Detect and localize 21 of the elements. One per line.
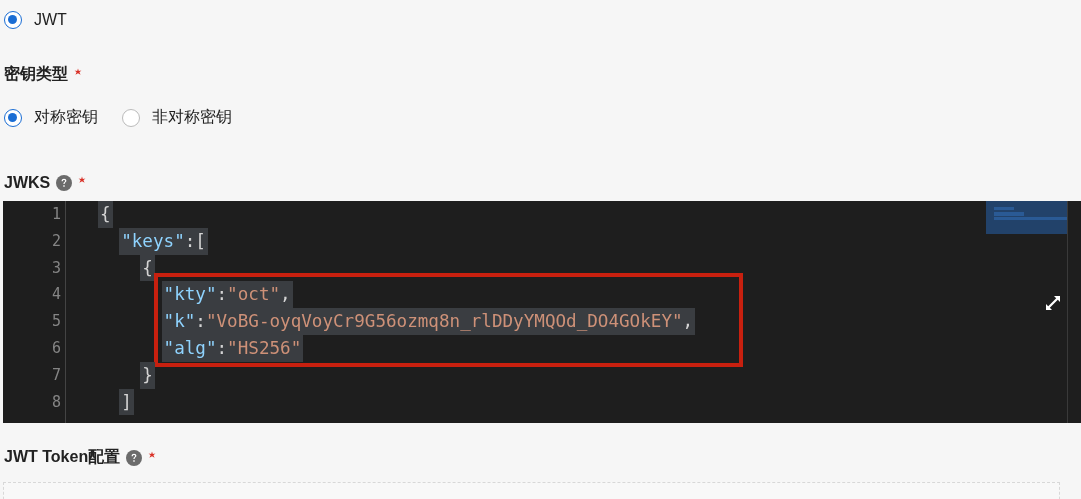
line-number: 1 bbox=[50, 204, 61, 225]
radio-option[interactable]: 对称密钥 bbox=[4, 107, 98, 128]
radio-icon[interactable] bbox=[4, 108, 22, 127]
radio-icon[interactable] bbox=[122, 108, 140, 127]
line-number: 7 bbox=[50, 364, 61, 386]
radio-option[interactable]: 非对称密钥 bbox=[122, 107, 232, 128]
radio-icon[interactable] bbox=[4, 11, 22, 29]
line-number: 4 bbox=[50, 284, 61, 306]
field-label: 密钥类型 bbox=[4, 64, 68, 84]
code-editor[interactable]: 1 2 3 4 5 6 7 8 { "keys":[ { "kty":"oct", "k":"VoBG-oyqVoyCr9G56ozmq8n_rlDDyYMQOd_DO4GOkEY", "alg":"HS256" } ] bbox=[3, 201, 1081, 423]
field-label: JWKS bbox=[4, 174, 51, 192]
help-icon[interactable] bbox=[126, 449, 143, 466]
expand-icon[interactable] bbox=[1045, 295, 1061, 311]
line-number: 8 bbox=[50, 391, 61, 413]
line-number: 5 bbox=[50, 311, 61, 333]
radio-option[interactable]: JWT bbox=[4, 11, 67, 29]
line-number: 6 bbox=[50, 338, 61, 359]
field-label: JWT Token配置 bbox=[4, 447, 121, 467]
line-number: 2 bbox=[50, 230, 61, 252]
help-icon[interactable] bbox=[56, 175, 73, 191]
line-number: 3 bbox=[50, 257, 61, 279]
